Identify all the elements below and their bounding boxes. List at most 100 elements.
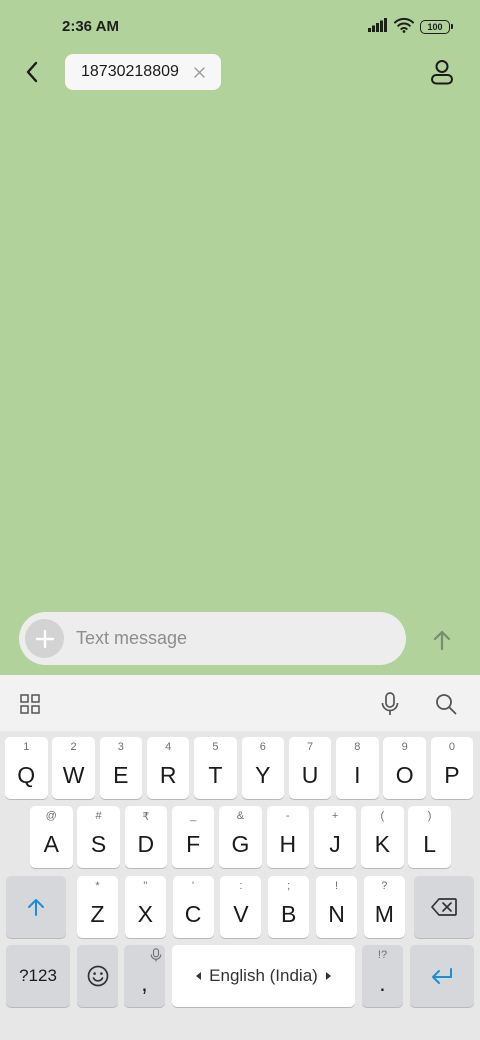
key-s[interactable]: # S (77, 806, 120, 868)
emoji-key[interactable] (77, 945, 118, 1007)
key-v[interactable]: :V (220, 876, 262, 938)
backspace-key[interactable] (414, 876, 474, 938)
key-hint: # (95, 810, 102, 822)
key-f[interactable]: _ F (171, 806, 215, 868)
key-label: F (186, 830, 201, 857)
key-label: D (137, 830, 155, 857)
key-n[interactable]: ! N (316, 876, 357, 938)
key-i[interactable]: 8I (336, 737, 379, 799)
key-x[interactable]: " X (124, 876, 166, 938)
back-button[interactable] (16, 56, 48, 88)
enter-icon (432, 968, 452, 984)
key-t[interactable]: 5T (194, 737, 237, 799)
key-label: N (328, 900, 345, 927)
key-j[interactable]: + J (313, 806, 357, 868)
attach-button[interactable] (25, 619, 64, 658)
send-arrow-icon (433, 630, 451, 651)
status-time: 2:36 AM (62, 18, 119, 35)
key-hint: 7 (306, 741, 314, 753)
language-next-icon (325, 972, 331, 980)
key-label: A (43, 830, 59, 857)
key-w[interactable]: 2W (52, 737, 95, 799)
keyboard-search-button[interactable] (431, 689, 461, 719)
key-label: V (233, 900, 249, 927)
key-hint: ! (334, 880, 339, 892)
key-hint: : (239, 880, 243, 892)
key-b[interactable]: ; B (268, 876, 310, 938)
key-r[interactable]: 4R (146, 737, 190, 799)
key-hint: @ (45, 810, 57, 822)
keyboard: ?123 , English (India) !? . 1 Q 2 W 3 E … (0, 675, 480, 1040)
key-hint: ) (427, 810, 432, 822)
key-hint: - (285, 810, 290, 822)
key-g[interactable]: & G (219, 806, 262, 868)
key-c[interactable]: ' C (172, 876, 214, 938)
key-d[interactable]: ₹ D (124, 806, 168, 868)
keyboard-menu-button[interactable] (15, 689, 45, 719)
contact-icon (431, 60, 453, 85)
key-label: S (90, 830, 107, 857)
key-hint: ; (287, 880, 291, 892)
key-e[interactable]: 3E (99, 737, 143, 799)
key-label: W (62, 761, 85, 788)
back-arrow-icon (26, 61, 38, 83)
key-m[interactable]: ? M (363, 876, 405, 938)
key-y[interactable]: 6Y (241, 737, 284, 799)
key-hint: 8 (354, 741, 361, 753)
period-key-hint: !? (377, 949, 388, 961)
key-a[interactable]: @ A (30, 806, 73, 868)
space-key[interactable]: English (India) (172, 945, 355, 1007)
key-p[interactable]: 0P (430, 737, 474, 799)
key-hint: ( (380, 810, 385, 822)
battery-icon: 100 (420, 20, 453, 34)
key-l[interactable]: ) L (408, 806, 451, 868)
contact-button[interactable] (428, 58, 456, 86)
symbols-key[interactable]: ?123 (6, 945, 70, 1007)
keyboard-toolbar (0, 675, 480, 731)
wifi-icon (394, 17, 414, 38)
key-u[interactable]: 7U (288, 737, 332, 799)
search-icon (436, 694, 457, 715)
shift-key[interactable] (6, 876, 66, 938)
key-label: E (113, 761, 129, 788)
key-label: K (374, 830, 391, 857)
recipient-number: 18730218809 (81, 63, 179, 80)
symbols-key-label: ?123 (19, 966, 57, 985)
key-label: Q (17, 761, 36, 788)
status-bar: 2:36 AM 100 (0, 0, 480, 52)
message-input[interactable] (76, 628, 406, 649)
key-label: G (231, 830, 250, 857)
comma-key-label: , (141, 969, 148, 996)
voice-input-button[interactable] (375, 689, 405, 719)
comma-key[interactable]: , (124, 945, 165, 1007)
send-button[interactable] (426, 624, 458, 656)
key-hint: 4 (165, 741, 172, 753)
battery-level: 100 (427, 21, 443, 32)
key-label: U (301, 761, 319, 788)
shift-arrow-icon (28, 899, 44, 916)
key-h[interactable]: -H (266, 806, 309, 868)
microphone-icon (381, 692, 399, 715)
key-hint: 3 (117, 741, 124, 753)
key-z[interactable]: * Z (77, 876, 118, 938)
grid-icon (20, 694, 40, 714)
period-key[interactable]: !? . (362, 945, 403, 1007)
key-q[interactable]: 1Q (5, 737, 48, 799)
key-k[interactable]: (K (361, 806, 404, 868)
key-label: J (329, 830, 341, 857)
backspace-icon (431, 898, 457, 916)
enter-key[interactable] (410, 945, 474, 1007)
key-o[interactable]: 9O (383, 737, 426, 799)
key-hint: 6 (259, 741, 266, 753)
key-label: L (423, 830, 437, 857)
close-icon (194, 66, 206, 78)
key-hint: ? (381, 880, 388, 892)
recipient-chip[interactable]: 18730218809 (65, 54, 221, 90)
key-hint: & (236, 810, 245, 822)
language-prev-icon (196, 972, 202, 980)
signal-icon (368, 17, 388, 37)
key-label: X (137, 900, 153, 927)
key-label: C (184, 900, 202, 927)
key-hint: ₹ (142, 811, 150, 823)
remove-recipient-button[interactable] (193, 65, 207, 79)
